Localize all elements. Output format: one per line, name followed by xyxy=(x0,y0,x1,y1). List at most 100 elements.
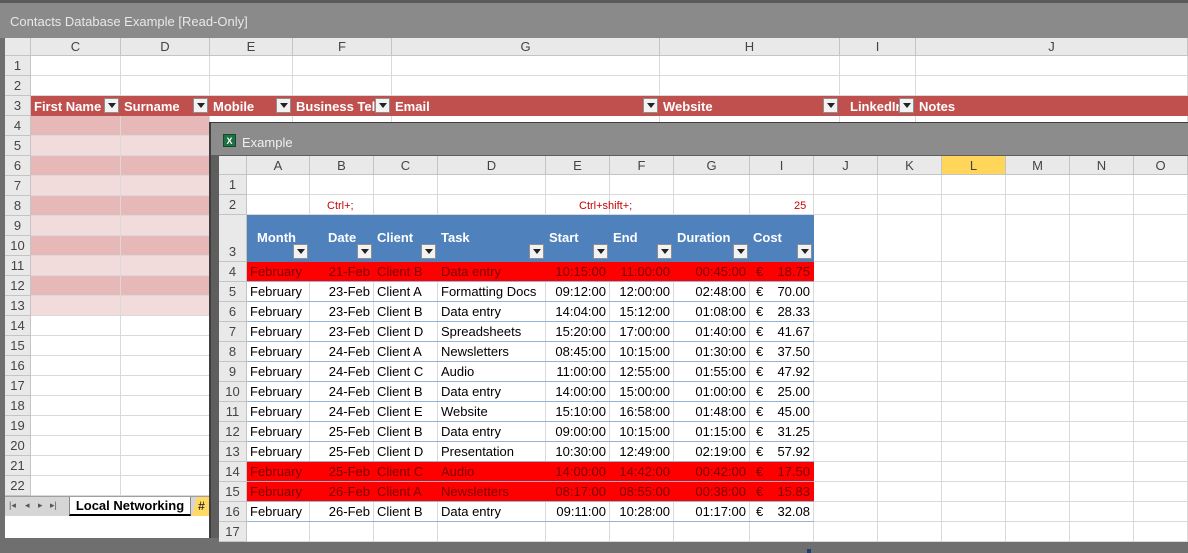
example-cell[interactable] xyxy=(814,302,878,322)
example-col-header-o[interactable]: O xyxy=(1134,156,1188,175)
table-cell-duration[interactable]: 01:30:00 xyxy=(674,342,750,362)
sheet-cell[interactable] xyxy=(31,316,121,336)
table-cell-end[interactable]: 12:55:00 xyxy=(610,362,674,382)
row-header[interactable]: 15 xyxy=(5,336,31,356)
sheet-cell[interactable] xyxy=(31,76,121,96)
tab-local-networking[interactable]: Local Networking xyxy=(69,497,191,516)
example-cell[interactable] xyxy=(1070,262,1134,282)
sheet-cell[interactable] xyxy=(121,396,210,416)
table-cell-end[interactable]: 14:42:00 xyxy=(610,462,674,482)
table-cell-start[interactable]: 08:17:00 xyxy=(546,482,610,502)
example-row-header[interactable]: 9 xyxy=(219,362,247,382)
example-cell[interactable] xyxy=(1070,195,1134,215)
sheet-cell[interactable] xyxy=(121,196,210,216)
example-cell[interactable] xyxy=(1006,522,1070,542)
example-row-header[interactable]: 8 xyxy=(219,342,247,362)
sheet-cell[interactable] xyxy=(660,56,840,76)
example-col-header-e[interactable]: E xyxy=(546,156,610,175)
example-cell[interactable] xyxy=(814,502,878,522)
sheet-cell[interactable] xyxy=(31,396,121,416)
example-cell[interactable] xyxy=(814,522,878,542)
example-row-header[interactable]: 5 xyxy=(219,282,247,302)
table-cell-start[interactable]: 14:04:00 xyxy=(546,302,610,322)
sheet-cell[interactable] xyxy=(31,156,121,176)
example-cell[interactable] xyxy=(1134,462,1188,482)
row-header[interactable]: 11 xyxy=(5,256,31,276)
example-cell[interactable] xyxy=(942,362,1006,382)
example-cell[interactable] xyxy=(1134,302,1188,322)
example-cell[interactable] xyxy=(1006,342,1070,362)
example-cell[interactable] xyxy=(310,175,374,195)
example-cell[interactable] xyxy=(1134,522,1188,542)
example-cell[interactable] xyxy=(1006,175,1070,195)
sheet-cell[interactable] xyxy=(121,296,210,316)
example-cell[interactable] xyxy=(1070,422,1134,442)
sheet-cell[interactable] xyxy=(210,56,293,76)
filter-dropdown-website[interactable] xyxy=(823,98,838,113)
table-cell-client[interactable]: Client C xyxy=(374,362,438,382)
col-header-c[interactable]: C xyxy=(31,38,121,56)
filter-dropdown-business-tel[interactable] xyxy=(375,98,390,113)
table-cell-client[interactable]: Client B xyxy=(374,502,438,522)
example-col-header-g[interactable]: G xyxy=(674,156,750,175)
example-cell[interactable] xyxy=(610,175,674,195)
tab-nav-last-icon[interactable]: ▸| xyxy=(50,500,57,511)
table-cell-cost[interactable]: €32.08 xyxy=(750,502,814,522)
table-cell-month[interactable]: February xyxy=(247,502,310,522)
sheet-cell[interactable] xyxy=(31,176,121,196)
example-row-header[interactable]: 11 xyxy=(219,402,247,422)
sheet-cell[interactable] xyxy=(31,336,121,356)
sheet-cell[interactable] xyxy=(916,56,1188,76)
example-cell[interactable] xyxy=(750,175,814,195)
filter-dropdown-surname[interactable] xyxy=(193,98,208,113)
sheet-cell[interactable] xyxy=(31,296,121,316)
example-row-header[interactable]: 12 xyxy=(219,422,247,442)
table-cell-cost[interactable]: €57.92 xyxy=(750,442,814,462)
example-cell[interactable] xyxy=(1134,482,1188,502)
example-window[interactable]: X Example ABCDEFGIJKLMNO 1 2 3 4 5 6 7 8 9 10 11 12… xyxy=(209,122,1188,553)
example-cell[interactable] xyxy=(942,215,1006,262)
example-col-header-n[interactable]: N xyxy=(1070,156,1134,175)
example-cell[interactable] xyxy=(942,482,1006,502)
example-cell[interactable] xyxy=(878,502,942,522)
example-cell[interactable] xyxy=(674,522,750,542)
table-cell-month[interactable]: February xyxy=(247,482,310,502)
table-cell-cost[interactable]: €45.00 xyxy=(750,402,814,422)
sheet-cell[interactable] xyxy=(121,136,210,156)
table-cell-task[interactable]: Data entry xyxy=(438,262,546,282)
row-header[interactable]: 19 xyxy=(5,416,31,436)
row-header[interactable]: 17 xyxy=(5,376,31,396)
example-cell[interactable] xyxy=(942,442,1006,462)
example-row-header[interactable]: 15 xyxy=(219,482,247,502)
table-cell-date[interactable]: 23-Feb xyxy=(310,302,374,322)
filter-dropdown-date[interactable] xyxy=(357,244,372,259)
example-cell[interactable] xyxy=(814,175,878,195)
sheet-cell[interactable] xyxy=(121,176,210,196)
table-cell-duration[interactable]: 01:08:00 xyxy=(674,302,750,322)
example-cell[interactable] xyxy=(1070,502,1134,522)
example-cell[interactable] xyxy=(1134,382,1188,402)
example-row-header[interactable]: 14 xyxy=(219,462,247,482)
table-cell-client[interactable]: Client B xyxy=(374,262,438,282)
example-cell[interactable] xyxy=(814,342,878,362)
filter-dropdown-task[interactable] xyxy=(529,244,544,259)
sheet-cell[interactable] xyxy=(31,456,121,476)
example-cell[interactable] xyxy=(1134,322,1188,342)
example-cell[interactable] xyxy=(814,215,878,262)
tab-nav-first-icon[interactable]: |◂ xyxy=(9,500,16,511)
row-header[interactable]: 14 xyxy=(5,316,31,336)
sheet-cell[interactable] xyxy=(293,76,392,96)
row-header[interactable]: 18 xyxy=(5,396,31,416)
table-cell-month[interactable]: February xyxy=(247,462,310,482)
col-header-g[interactable]: G xyxy=(392,38,660,56)
example-col-header-c[interactable]: C xyxy=(374,156,438,175)
col-header-h[interactable]: H xyxy=(660,38,840,56)
example-cell[interactable] xyxy=(942,195,1006,215)
example-cell[interactable] xyxy=(1134,342,1188,362)
example-title-bar[interactable]: X Example xyxy=(211,123,1188,155)
example-cell[interactable] xyxy=(878,362,942,382)
table-cell-month[interactable]: February xyxy=(247,302,310,322)
table-cell-date[interactable]: 21-Feb xyxy=(310,262,374,282)
example-cell[interactable] xyxy=(814,482,878,502)
example-cell[interactable] xyxy=(814,382,878,402)
